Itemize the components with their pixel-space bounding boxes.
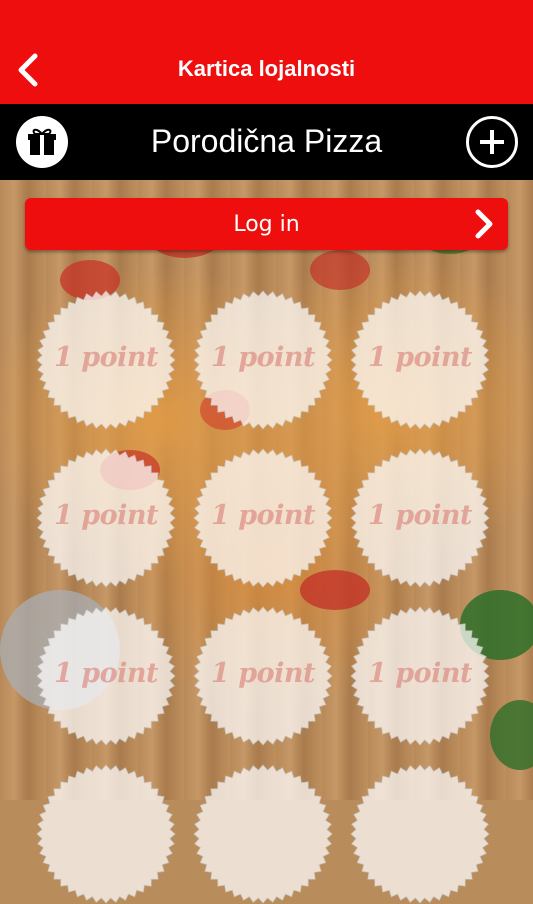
stamp-7[interactable]: 1 point <box>36 606 176 746</box>
stamp-row4-3[interactable] <box>350 764 490 904</box>
stamp-6[interactable]: 1 point <box>350 448 490 588</box>
stamp-9[interactable]: 1 point <box>350 606 490 746</box>
stamp-label: 1 point <box>54 658 158 689</box>
stamp-8[interactable]: 1 point <box>193 606 333 746</box>
shop-name: Porodična Pizza <box>150 123 383 159</box>
stamp-row4-2[interactable] <box>193 764 333 904</box>
login-label: Log in <box>233 212 300 237</box>
stamp-badge-shape <box>193 764 333 904</box>
stamp-label: 1 point <box>368 500 472 531</box>
stamp-label: 1 point <box>54 342 158 373</box>
stamp-row4-1[interactable] <box>36 764 176 904</box>
stamp-badge-shape <box>350 764 490 904</box>
stamp-3[interactable]: 1 point <box>350 290 490 430</box>
plus-icon <box>480 130 504 154</box>
stamp-label: 1 point <box>211 658 315 689</box>
page-title: Kartica lojalnosti <box>177 56 356 81</box>
stamp-4[interactable]: 1 point <box>36 448 176 588</box>
stamp-label: 1 point <box>211 500 315 531</box>
stamp-2[interactable]: 1 point <box>193 290 333 430</box>
stamp-5[interactable]: 1 point <box>193 448 333 588</box>
stamp-1[interactable]: 1 point <box>36 290 176 430</box>
stamp-label: 1 point <box>211 342 315 373</box>
stamp-badge-shape <box>36 764 176 904</box>
stamp-label: 1 point <box>54 500 158 531</box>
add-card-button[interactable] <box>466 116 518 168</box>
chevron-right-icon <box>475 209 493 239</box>
title-bar: Kartica lojalnosti <box>0 0 533 104</box>
stamp-label: 1 point <box>368 342 472 373</box>
login-button[interactable]: Log in <box>25 198 508 250</box>
stamp-label: 1 point <box>368 658 472 689</box>
